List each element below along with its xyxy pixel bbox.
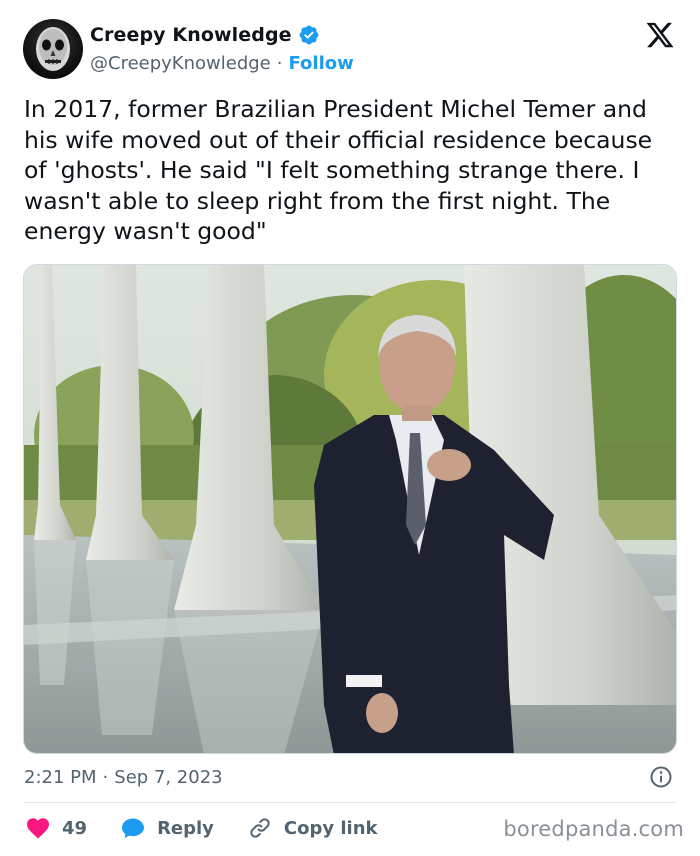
display-name[interactable]: Creepy Knowledge (90, 24, 292, 46)
follow-button[interactable]: Follow (288, 53, 353, 74)
tweet-photo[interactable] (23, 264, 677, 754)
avatar[interactable] (23, 19, 83, 79)
copy-link-label: Copy link (283, 817, 378, 839)
like-count: 49 (62, 817, 88, 839)
tweet-card: Creepy Knowledge @CreepyKnowledge · Foll… (0, 0, 700, 856)
author-block: Creepy Knowledge @CreepyKnowledge · Foll… (90, 22, 354, 76)
handle-row: @CreepyKnowledge · Follow (90, 50, 354, 76)
timestamp[interactable]: 2:21 PM · Sep 7, 2023 (24, 764, 223, 790)
action-bar: 49 Reply Copy link (26, 814, 412, 842)
speech-bubble-icon (121, 817, 145, 839)
tweet-date: Sep 7, 2023 (114, 766, 223, 788)
heart-icon (26, 817, 50, 839)
reply-button[interactable]: Reply (121, 817, 214, 839)
link-icon (248, 816, 272, 840)
info-icon[interactable] (649, 765, 673, 789)
copy-link-button[interactable]: Copy link (248, 816, 378, 840)
divider (24, 802, 676, 803)
tweet-text: In 2017, former Brazilian President Mich… (24, 95, 653, 245)
tweet-time: 2:21 PM (24, 766, 97, 788)
x-logo-icon[interactable] (645, 20, 675, 50)
like-button[interactable]: 49 (26, 817, 87, 839)
separator: · (102, 766, 109, 788)
separator: · (276, 52, 283, 74)
name-row: Creepy Knowledge (90, 22, 354, 48)
reply-label: Reply (157, 817, 214, 839)
handle[interactable]: @CreepyKnowledge (90, 53, 271, 74)
watermark: boredpanda.com (503, 817, 684, 841)
verified-badge-icon (298, 24, 320, 46)
